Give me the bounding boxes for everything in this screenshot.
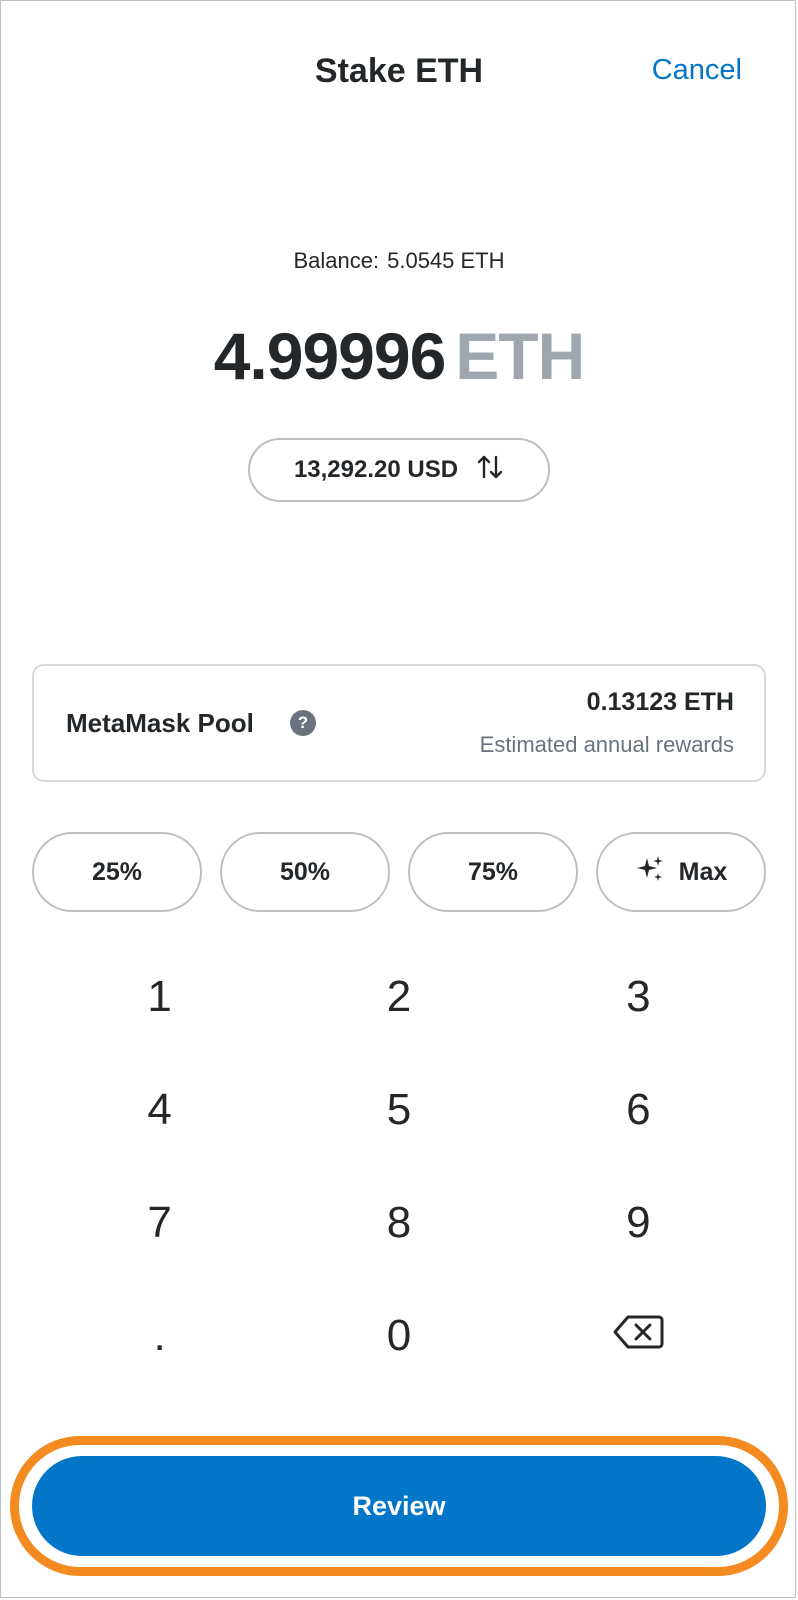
key-3[interactable]: 3 (519, 940, 758, 1053)
key-decimal[interactable]: . (40, 1279, 279, 1392)
percent-75-label: 75% (467, 857, 519, 886)
balance-line: Balance: 5.0545 ETH (0, 248, 798, 274)
balance-value: 5.0545 ETH (387, 248, 505, 273)
key-7[interactable]: 7 (40, 1166, 279, 1279)
amount-value: 4.99996 (213, 319, 447, 393)
estimated-rewards-label: Estimated annual rewards (479, 732, 734, 757)
percent-25-button[interactable]: 25% (32, 832, 202, 912)
numeric-keypad: 1 2 3 4 5 6 7 8 9 . 0 (40, 940, 758, 1392)
percent-75-button[interactable]: 75% (408, 832, 578, 912)
key-1[interactable]: 1 (40, 940, 279, 1053)
key-4[interactable]: 4 (40, 1053, 279, 1166)
currency-toggle-button[interactable]: 13,292.20 USD (248, 438, 550, 502)
key-5[interactable]: 5 (279, 1053, 518, 1166)
key-9[interactable]: 9 (519, 1166, 758, 1279)
sparkle-icon (635, 854, 665, 891)
review-button[interactable]: Review (32, 1456, 766, 1556)
max-label: Max (678, 857, 728, 886)
amount-unit: ETH (455, 319, 585, 393)
backspace-icon (612, 1311, 664, 1361)
cancel-button[interactable]: Cancel (652, 54, 742, 87)
swap-arrows-icon (476, 453, 504, 488)
max-button[interactable]: Max (596, 832, 766, 912)
fiat-value: 13,292.20 USD (293, 456, 459, 483)
amount-display: 4.99996 ETH (0, 318, 798, 394)
backspace-key[interactable] (519, 1279, 758, 1392)
estimated-rewards-value: 0.13123 ETH (586, 688, 734, 716)
key-6[interactable]: 6 (519, 1053, 758, 1166)
percent-50-button[interactable]: 50% (220, 832, 390, 912)
key-0[interactable]: 0 (279, 1279, 518, 1392)
key-2[interactable]: 2 (279, 940, 518, 1053)
pool-name: MetaMask Pool (66, 708, 254, 738)
percent-25-label: 25% (91, 857, 143, 886)
percent-50-label: 50% (279, 857, 331, 886)
balance-label: Balance: (293, 248, 380, 273)
key-8[interactable]: 8 (279, 1166, 518, 1279)
percentage-buttons: 25% 50% 75% Max (32, 832, 766, 912)
help-icon[interactable]: ? (290, 710, 316, 736)
pool-card: MetaMask Pool ? 0.13123 ETH Estimated an… (32, 664, 766, 782)
